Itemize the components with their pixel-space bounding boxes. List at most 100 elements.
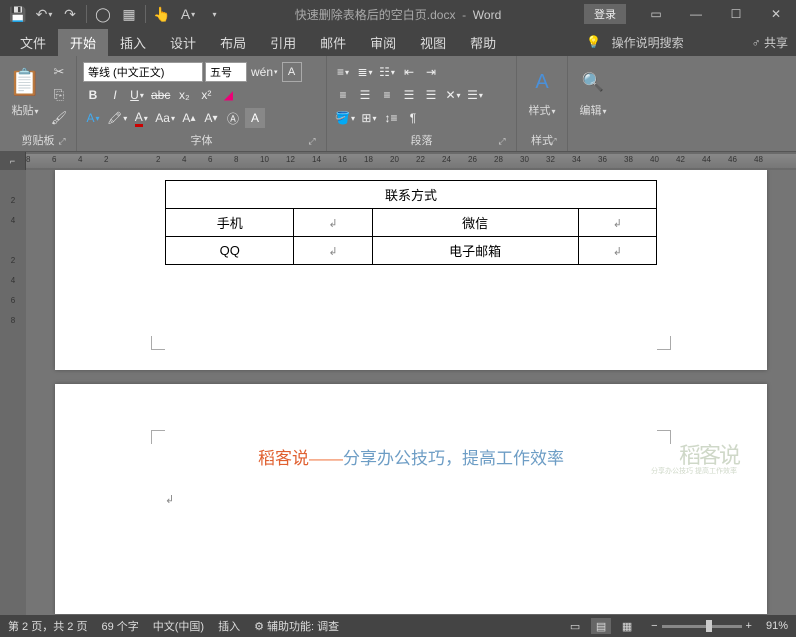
format-painter-icon[interactable]: 🖌 xyxy=(48,108,70,128)
increase-indent-icon[interactable]: ⇥ xyxy=(421,62,441,82)
tab-file[interactable]: 文件 xyxy=(8,29,58,56)
char-shading-icon[interactable]: Aa▾ xyxy=(153,108,177,128)
superscript-button[interactable]: x² xyxy=(196,85,216,105)
tab-design[interactable]: 设计 xyxy=(158,29,208,56)
font-launcher-icon[interactable]: ⤢ xyxy=(306,136,318,148)
sort-icon[interactable]: ☰▾ xyxy=(465,85,485,105)
table-row: 手机 ↲ 微信 ↲ xyxy=(166,209,657,237)
qat-touch-icon[interactable]: 👆 xyxy=(150,2,174,26)
web-layout-icon[interactable]: ▦ xyxy=(617,618,637,634)
clipboard-launcher-icon[interactable]: ⤢ xyxy=(56,136,68,148)
group-font: wén▾ A B I U▾ abc x₂ x² ◢ A▾ 🖍▾ A▾ Aa▾ A… xyxy=(77,56,327,151)
tab-mail[interactable]: 邮件 xyxy=(308,29,358,56)
lightbulb-icon[interactable]: 💡 xyxy=(584,35,604,49)
zoom-slider[interactable]: − + xyxy=(651,620,752,632)
contact-table[interactable]: 联系方式 手机 ↲ 微信 ↲ QQ ↲ 电子邮箱 ↲ xyxy=(165,180,657,265)
font-name-select[interactable] xyxy=(83,62,203,82)
tab-view[interactable]: 视图 xyxy=(408,29,458,56)
cut-icon[interactable]: ✂ xyxy=(48,62,70,82)
copy-icon[interactable]: ⎘ xyxy=(48,85,70,105)
read-mode-icon[interactable]: ▭ xyxy=(565,618,585,634)
show-marks-icon[interactable]: ¶ xyxy=(403,108,423,128)
qat-customize-icon[interactable]: ▾ xyxy=(202,2,226,26)
tab-home[interactable]: 开始 xyxy=(58,29,108,56)
paste-button[interactable]: 📋 粘贴▾ xyxy=(6,62,44,118)
ruler-corner: ⌐ xyxy=(0,152,26,170)
group-label-paragraph: 段落 ⤢ xyxy=(333,131,510,149)
maximize-icon[interactable]: ☐ xyxy=(716,0,756,28)
font-size-select[interactable] xyxy=(205,62,247,82)
justify-icon[interactable]: ☰ xyxy=(399,85,419,105)
status-lang[interactable]: 中文(中国) xyxy=(153,618,204,634)
numbering-icon[interactable]: ≣▾ xyxy=(355,62,375,82)
char-border-icon[interactable]: A xyxy=(282,62,302,82)
clear-format-icon[interactable]: ◢ xyxy=(218,85,238,105)
decrease-indent-icon[interactable]: ⇤ xyxy=(399,62,419,82)
page-2: 稻客说 分享办公技巧 提高工作效率 稻客说——分享办公技巧，提高工作效率 ↲ xyxy=(55,384,767,614)
page-corner xyxy=(657,430,671,444)
table-row: QQ ↲ 电子邮箱 ↲ xyxy=(166,237,657,265)
tab-help[interactable]: 帮助 xyxy=(458,29,508,56)
zoom-in-icon[interactable]: + xyxy=(746,620,752,632)
align-right-icon[interactable]: ≡ xyxy=(377,85,397,105)
vertical-ruler[interactable]: 242468 xyxy=(0,170,26,615)
statusbar: 第 2 页，共 2 页 69 个字 中文(中国) 插入 ⚙ 辅助功能: 调查 ▭… xyxy=(0,615,796,637)
undo-icon[interactable]: ↶▾ xyxy=(32,2,56,26)
page-corner xyxy=(151,430,165,444)
paragraph-launcher-icon[interactable]: ⤢ xyxy=(496,136,508,148)
styles-button[interactable]: A 样式▾ xyxy=(523,62,561,118)
phonetic-guide-icon[interactable]: wén▾ xyxy=(249,62,280,82)
editing-button[interactable]: 🔍 编辑▾ xyxy=(574,62,612,118)
italic-button[interactable]: I xyxy=(105,85,125,105)
status-page[interactable]: 第 2 页，共 2 页 xyxy=(8,618,87,634)
ribbon-display-icon[interactable]: ▭ xyxy=(636,0,676,28)
grow-font-icon[interactable]: A▴ xyxy=(179,108,199,128)
shrink-font-icon[interactable]: A▾ xyxy=(201,108,221,128)
change-case-icon[interactable]: A xyxy=(245,108,265,128)
qat-table-icon[interactable]: ▦ xyxy=(117,2,141,26)
styles-launcher-icon[interactable]: ⤢ xyxy=(547,136,559,148)
multilevel-icon[interactable]: ☷▾ xyxy=(377,62,397,82)
strikethrough-button[interactable]: abc xyxy=(149,85,172,105)
underline-button[interactable]: U▾ xyxy=(127,85,147,105)
zoom-out-icon[interactable]: − xyxy=(651,620,657,632)
enclose-char-icon[interactable]: Ⓐ xyxy=(223,108,243,128)
align-center-icon[interactable]: ☰ xyxy=(355,85,375,105)
horizontal-ruler[interactable]: ⌐ 86422468101214161820222426283032343638… xyxy=(0,152,796,170)
font-color-icon[interactable]: A▾ xyxy=(131,108,151,128)
find-icon: 🔍 xyxy=(582,62,604,102)
minimize-icon[interactable]: — xyxy=(676,0,716,28)
status-a11y[interactable]: ⚙ 辅助功能: 调查 xyxy=(254,618,339,634)
status-mode[interactable]: 插入 xyxy=(218,618,240,634)
tell-me-search[interactable]: 操作说明搜索 xyxy=(612,34,684,51)
redo-icon[interactable]: ↷ xyxy=(58,2,82,26)
borders-icon[interactable]: ⊞▾ xyxy=(359,108,379,128)
share-button[interactable]: ♂ 共享 xyxy=(752,34,788,51)
subscript-button[interactable]: x₂ xyxy=(174,85,194,105)
tab-layout[interactable]: 布局 xyxy=(208,29,258,56)
page-corner xyxy=(657,336,671,350)
align-left-icon[interactable]: ≡ xyxy=(333,85,353,105)
bullets-icon[interactable]: ≡▾ xyxy=(333,62,353,82)
zoom-level[interactable]: 91% xyxy=(766,620,788,632)
text-effects-icon[interactable]: A▾ xyxy=(83,108,103,128)
document-area[interactable]: 联系方式 手机 ↲ 微信 ↲ QQ ↲ 电子邮箱 ↲ 稻客说 xyxy=(26,170,796,615)
distribute-icon[interactable]: ☰ xyxy=(421,85,441,105)
save-icon[interactable]: 💾 xyxy=(6,2,30,26)
bold-button[interactable]: B xyxy=(83,85,103,105)
tab-review[interactable]: 审阅 xyxy=(358,29,408,56)
print-layout-icon[interactable]: ▤ xyxy=(591,618,611,634)
close-icon[interactable]: ✕ xyxy=(756,0,796,28)
qat-spacing-icon[interactable]: A▾ xyxy=(176,2,200,26)
status-words[interactable]: 69 个字 xyxy=(101,618,138,634)
highlight-icon[interactable]: 🖍▾ xyxy=(105,108,129,128)
login-button[interactable]: 登录 xyxy=(584,4,626,24)
shading-icon[interactable]: 🪣▾ xyxy=(333,108,357,128)
tab-references[interactable]: 引用 xyxy=(258,29,308,56)
line-spacing-icon[interactable]: ↕≡ xyxy=(381,108,401,128)
quick-access-toolbar: 💾 ↶▾ ↷ ◯ ▦ 👆 A▾ ▾ xyxy=(0,2,226,26)
group-label-font: 字体 ⤢ xyxy=(83,131,320,149)
tab-insert[interactable]: 插入 xyxy=(108,29,158,56)
asian-layout-icon[interactable]: ✕▾ xyxy=(443,85,463,105)
qat-record-icon[interactable]: ◯ xyxy=(91,2,115,26)
